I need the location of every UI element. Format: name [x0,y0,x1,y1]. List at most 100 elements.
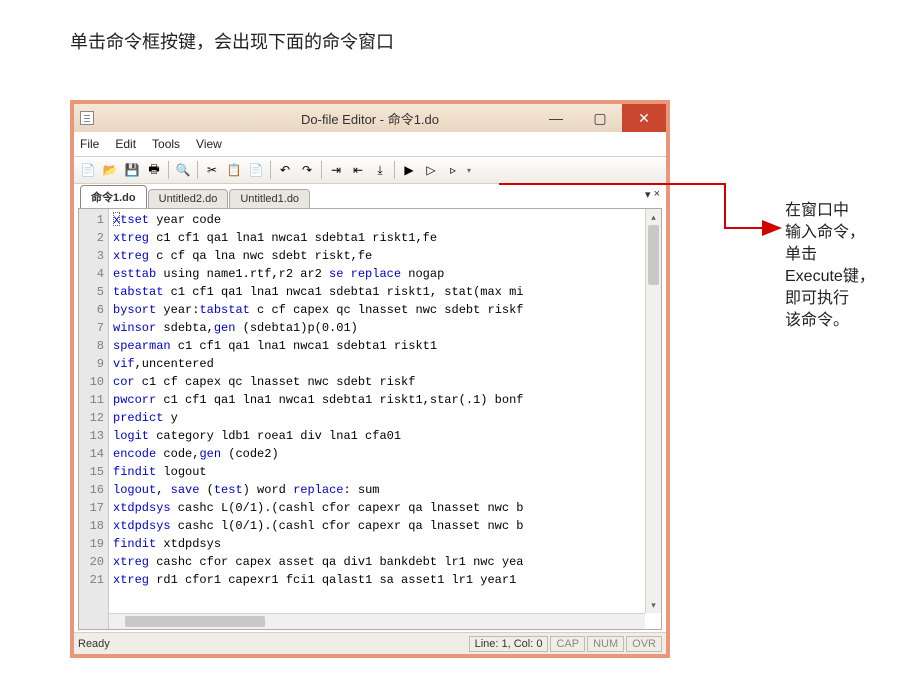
execute-quiet-icon[interactable]: ▹ [443,160,463,180]
status-num: NUM [587,636,624,652]
code-line[interactable]: xtreg c cf qa lna nwc sdebt riskt,fe [113,247,661,265]
code-token: xtreg [113,573,149,587]
code-token: rd1 cfor1 capexr1 fci1 qalast1 sa asset1… [149,573,516,587]
horizontal-scrollbar[interactable] [109,613,645,629]
code-line[interactable]: winsor sdebta,gen (sdebta1)p(0.01) [113,319,661,337]
line-number: 19 [79,535,104,553]
code-line[interactable]: cor c1 cf capex qc lnasset nwc sdebt ris… [113,373,661,391]
undo-icon[interactable]: ↶ [275,160,295,180]
code-line[interactable]: spearman c1 cf1 qa1 lna1 nwca1 sdebta1 r… [113,337,661,355]
execute-selection-icon[interactable]: ▷ [421,160,441,180]
status-position: Line: 1, Col: 0 [469,636,549,652]
code-line[interactable]: findit xtdpdsys [113,535,661,553]
code-line[interactable]: xtreg c1 cf1 qa1 lna1 nwca1 sdebta1 risk… [113,229,661,247]
code-token: gen [199,447,221,461]
code-line[interactable]: encode code,gen (code2) [113,445,661,463]
scroll-thumb-v[interactable] [648,225,659,285]
minimize-button[interactable]: — [534,104,578,132]
line-number: 1 [79,211,104,229]
line-number: 12 [79,409,104,427]
cut-icon[interactable]: ✂ [202,160,222,180]
toolbar-dropdown-icon[interactable]: ▾ [465,166,473,175]
line-number: 13 [79,427,104,445]
code-line[interactable]: vif,uncentered [113,355,661,373]
code-token: esttab [113,267,156,281]
paste-icon[interactable]: 📄 [246,160,266,180]
line-number: 11 [79,391,104,409]
indent-right-icon[interactable]: ⇥ [326,160,346,180]
menu-tools[interactable]: Tools [152,137,180,151]
tab-untitled1[interactable]: Untitled1.do [229,189,310,208]
window-title: Do-file Editor - 命令1.do [301,109,439,128]
scroll-thumb-h[interactable] [125,616,265,627]
indent-left-icon[interactable]: ⇤ [348,160,368,180]
code-token: xtreg [113,555,149,569]
code-line[interactable]: xtdpdsys cashc L(0/1).(cashl cfor capexr… [113,499,661,517]
save-icon[interactable]: 💾 [122,160,142,180]
line-number: 20 [79,553,104,571]
code-line[interactable]: xtreg cashc cfor capex asset qa div1 ban… [113,553,661,571]
code-token: c1 cf1 qa1 lna1 nwca1 sdebta1 riskt1,fe [149,231,437,245]
redo-icon[interactable]: ↷ [297,160,317,180]
annotation-line: 即可执行 [785,288,905,310]
tab-untitled2[interactable]: Untitled2.do [148,189,229,208]
annotation-text: 在窗口中输入命令，单击Execute键，即可执行该命令。 [785,200,905,332]
code-token: c1 cf capex qc lnasset nwc sdebt riskf [135,375,416,389]
text-cursor [113,212,120,226]
status-cap: CAP [550,636,585,652]
code-line[interactable]: predict y [113,409,661,427]
scroll-down-icon[interactable]: ▾ [646,597,661,613]
code-token: category ldb1 roea1 div lna1 cfa01 [149,429,401,443]
bookmark-icon[interactable]: ⤓ [370,160,390,180]
code-token: c1 cf1 qa1 lna1 nwca1 sdebta1 riskt1 [171,339,437,353]
line-number: 4 [79,265,104,283]
maximize-button[interactable]: ▢ [578,104,622,132]
line-number: 3 [79,247,104,265]
code-token: ( [199,483,213,497]
code-token: sdebta, [156,321,214,335]
code-line[interactable]: xtdpdsys cashc l(0/1).(cashl cfor capexr… [113,517,661,535]
print-icon[interactable]: 🖶 [144,160,164,180]
window-controls: — ▢ ✕ [534,104,666,132]
code-line[interactable]: logit category ldb1 roea1 div lna1 cfa01 [113,427,661,445]
tab-active[interactable]: 命令1.do [80,185,147,208]
execute-icon[interactable]: ▶ [399,160,419,180]
toolbar-separator [168,161,169,179]
line-number: 2 [79,229,104,247]
code-line[interactable]: bysort year:tabstat c cf capex qc lnasse… [113,301,661,319]
code-token: gen [214,321,236,335]
menu-file[interactable]: File [80,137,99,151]
code-line[interactable]: esttab using name1.rtf,r2 ar2 se replace… [113,265,661,283]
code-token: logit [113,429,149,443]
line-gutter: 123456789101112131415161718192021 [79,209,109,629]
menu-view[interactable]: View [196,137,222,151]
code-token: xtreg [113,231,149,245]
find-icon[interactable]: 🔍 [173,160,193,180]
code-token: cashc cfor capex asset qa div1 bankdebt … [149,555,523,569]
scroll-up-icon[interactable]: ▴ [646,209,661,225]
code-line[interactable]: tabstat c1 cf1 qa1 lna1 nwca1 sdebta1 ri… [113,283,661,301]
code-line[interactable]: xtreg rd1 cfor1 capexr1 fci1 qalast1 sa … [113,571,661,589]
code-token: y [163,411,177,425]
code-line[interactable]: pwcorr c1 cf1 qa1 lna1 nwca1 sdebta1 ris… [113,391,661,409]
menu-edit[interactable]: Edit [115,137,136,151]
editor-area: 123456789101112131415161718192021 xtset … [78,208,662,630]
code-line[interactable]: logout, save (test) word replace: sum [113,481,661,499]
code-line[interactable]: xtset year code [113,211,661,229]
toolbar: 📄📂💾🖶🔍✂📋📄↶↷⇥⇤⤓▶▷▹▾ [74,156,666,184]
titlebar[interactable]: Do-file Editor - 命令1.do — ▢ ✕ [74,104,666,132]
tab-close-icon[interactable]: × [654,188,660,201]
tab-dropdown-icon[interactable]: ▾ [645,188,651,201]
code-token: xtdpdsys [113,501,171,515]
code-text-area[interactable]: xtset year codextreg c1 cf1 qa1 lna1 nwc… [109,209,661,629]
new-icon[interactable]: 📄 [78,160,98,180]
vertical-scrollbar[interactable]: ▴ ▾ [645,209,661,613]
line-number: 14 [79,445,104,463]
open-icon[interactable]: 📂 [100,160,120,180]
copy-icon[interactable]: 📋 [224,160,244,180]
close-button[interactable]: ✕ [622,104,666,132]
code-token: logout [113,483,156,497]
code-line[interactable]: findit logout [113,463,661,481]
code-token: cor [113,375,135,389]
code-token: , [156,483,170,497]
